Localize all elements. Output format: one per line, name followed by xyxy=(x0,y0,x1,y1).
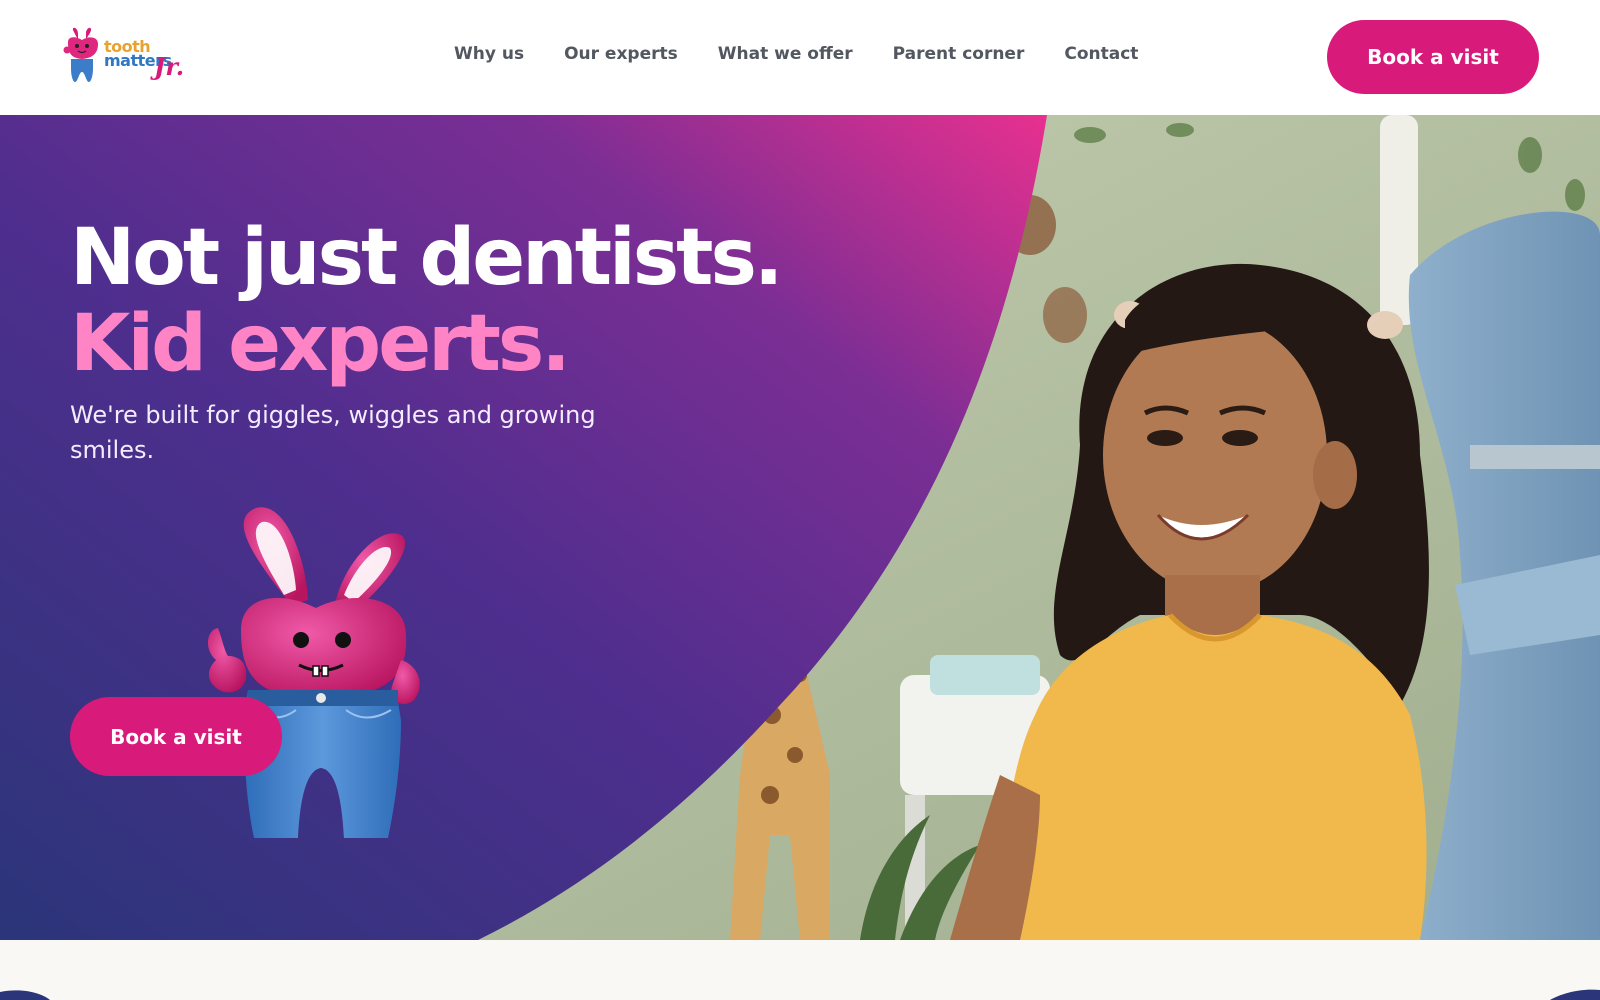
header-book-visit-button[interactable]: Book a visit xyxy=(1327,20,1539,94)
bunny-tooth-mascot-icon xyxy=(207,507,420,838)
nav-link-why-us[interactable]: Why us xyxy=(454,44,524,64)
hero-subline: We're built for giggles, wiggles and gro… xyxy=(70,401,596,464)
bunny-tooth-logo-icon xyxy=(63,27,98,82)
nav-link-our-experts[interactable]: Our experts xyxy=(564,44,678,64)
hero-headline: Not just dentists. Kid experts. xyxy=(70,213,783,389)
brand-logo[interactable]: tooth matters Jr. xyxy=(62,26,192,88)
nav-link-parent-corner[interactable]: Parent corner xyxy=(893,44,1025,64)
hero-headline-line-1: Not just dentists. xyxy=(70,213,783,303)
main-nav: Why us Our experts What we offer Parent … xyxy=(454,44,1138,64)
nav-link-what-we-offer[interactable]: What we offer xyxy=(718,44,853,64)
site-header: tooth matters Jr. Why us Our experts Wha… xyxy=(0,0,1600,115)
nav-link-contact[interactable]: Contact xyxy=(1064,44,1138,64)
next-section-wave xyxy=(0,989,1600,1000)
hero-headline-line-2: Kid experts. xyxy=(70,299,571,389)
hero-section: Not just dentists. Kid experts. We're bu… xyxy=(0,115,1600,940)
hero-book-visit-button[interactable]: Book a visit xyxy=(70,697,282,776)
logo-jr: Jr. xyxy=(154,52,185,81)
